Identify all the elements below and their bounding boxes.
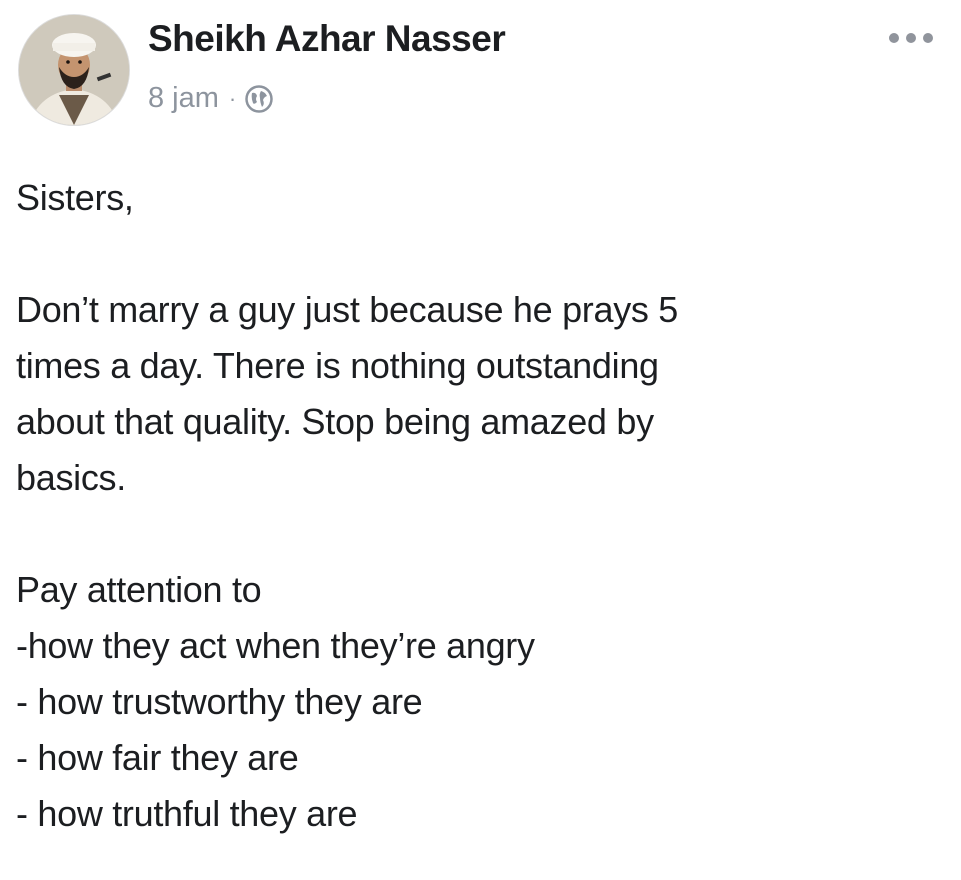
post-greeting: Sisters, [16, 177, 134, 218]
more-options-icon[interactable] [889, 30, 933, 46]
more-dot [906, 33, 916, 43]
post-paragraph-line: about that quality. Stop being amazed by [16, 401, 654, 442]
post-body: Sisters, Don’t marry a guy just because … [16, 170, 946, 842]
post-timestamp[interactable]: 8 jam [148, 82, 219, 115]
post-paragraph-line: basics. [16, 457, 126, 498]
post-paragraph-line: Don’t marry a guy just because he prays … [16, 289, 679, 330]
more-dot [889, 33, 899, 43]
list-item: -how they act when they’re angry [16, 625, 535, 666]
list-intro: Pay attention to [16, 569, 262, 610]
list-item: - how fair they are [16, 737, 299, 778]
meta-separator: · [228, 85, 237, 111]
author-name[interactable]: Sheikh Azhar Nasser [148, 18, 506, 60]
list-item: - how trustworthy they are [16, 681, 423, 722]
post-paragraph-line: times a day. There is nothing outstandin… [16, 345, 659, 386]
post-meta: 8 jam · [148, 82, 274, 115]
facebook-post: Sheikh Azhar Nasser 8 jam · Sisters, Don… [0, 0, 961, 880]
author-avatar[interactable] [18, 14, 130, 126]
list-item: - how truthful they are [16, 793, 358, 834]
more-dot [923, 33, 933, 43]
globe-icon[interactable] [244, 84, 274, 114]
